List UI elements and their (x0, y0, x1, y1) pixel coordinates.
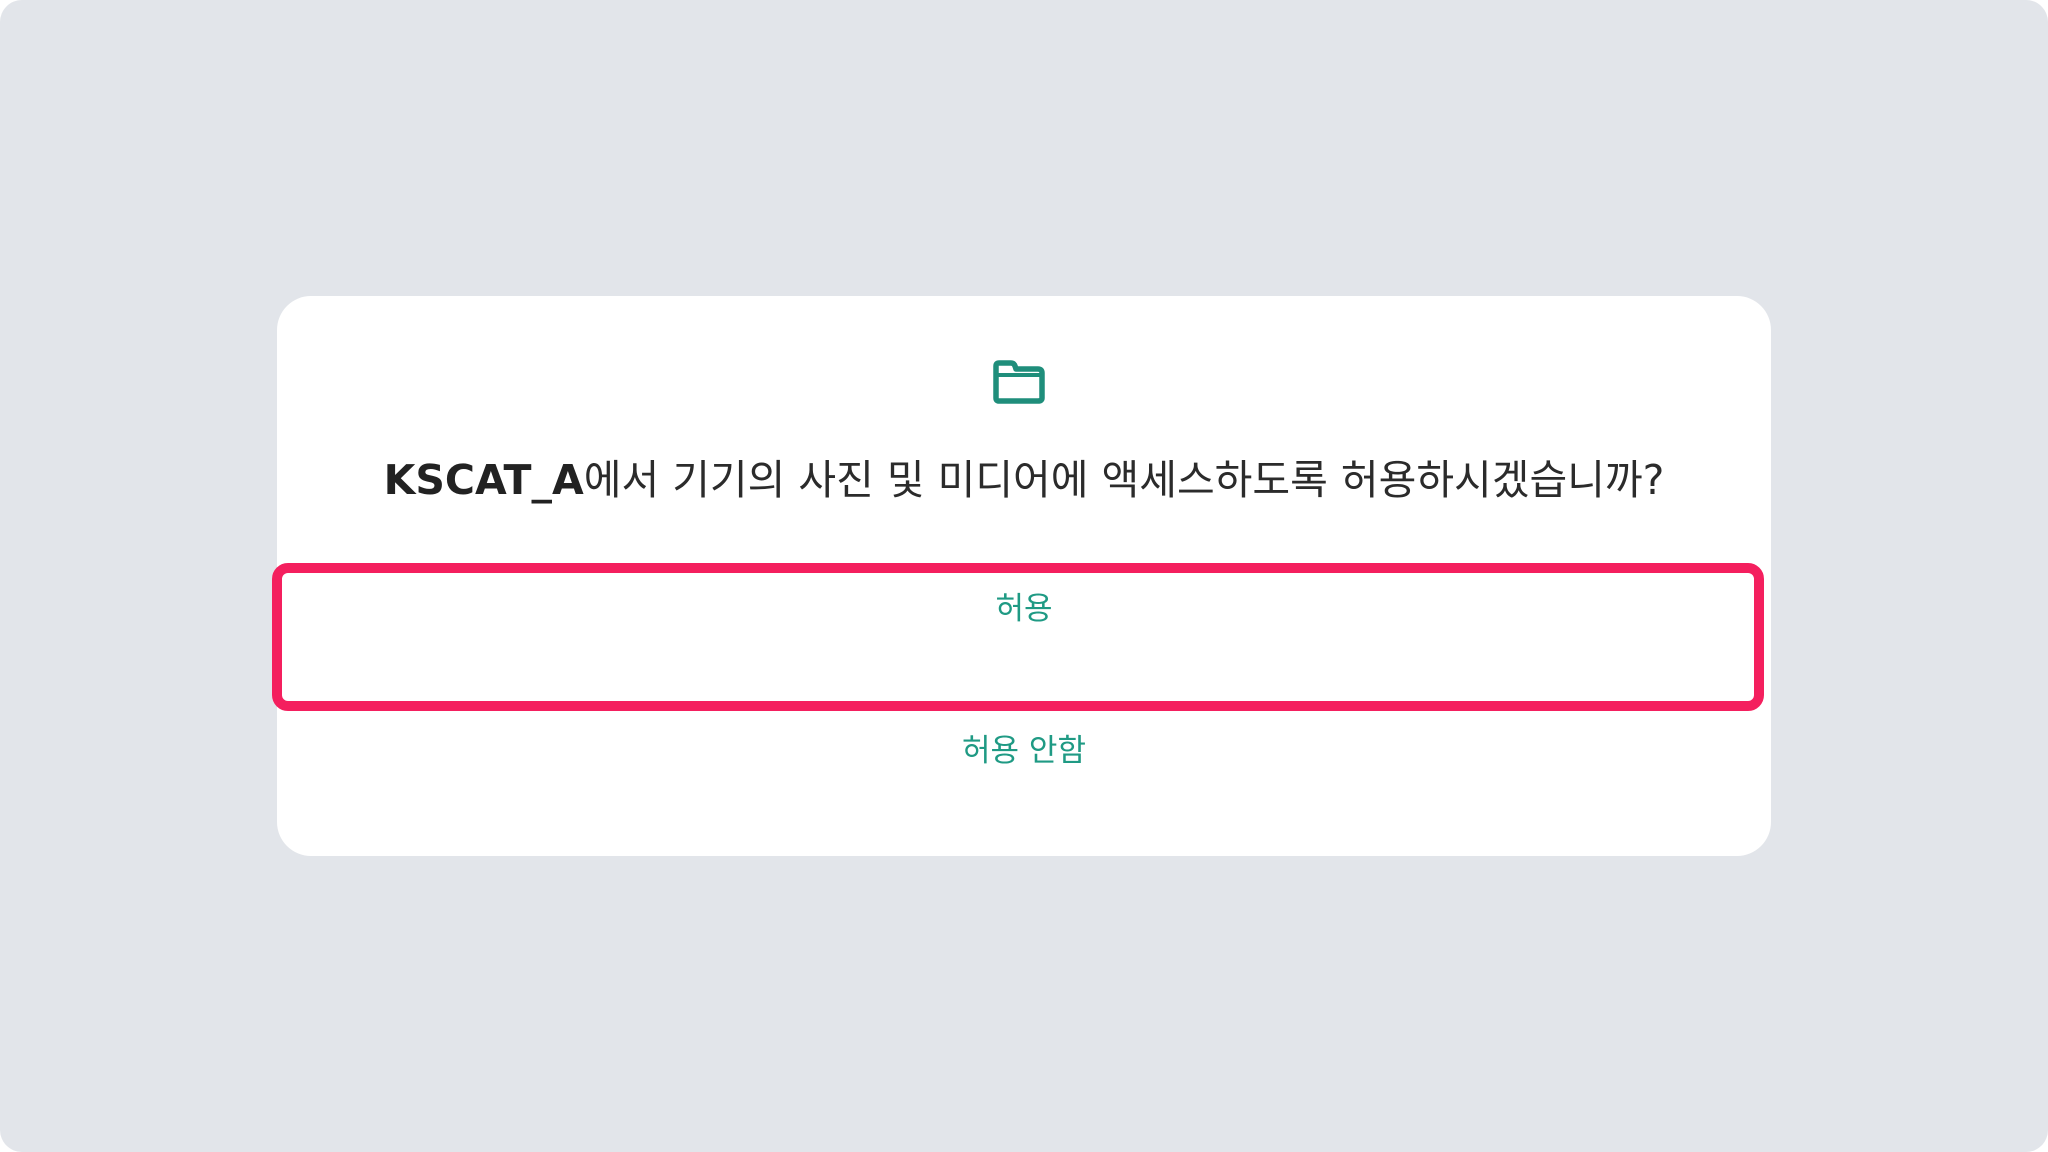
screen-background: KSCAT_A에서 기기의 사진 및 미디어에 액세스하도록 허용하시겠습니까?… (0, 0, 2048, 1152)
dialog-message: 에서 기기의 사진 및 미디어에 액세스하도록 허용하시겠습니까? (583, 456, 1665, 504)
dialog-title: KSCAT_A에서 기기의 사진 및 미디어에 액세스하도록 허용하시겠습니까? (277, 454, 1771, 506)
app-name: KSCAT_A (383, 456, 584, 504)
folder-icon (993, 360, 1045, 404)
deny-button[interactable]: 허용 안함 (277, 706, 1771, 796)
permission-dialog: KSCAT_A에서 기기의 사진 및 미디어에 액세스하도록 허용하시겠습니까?… (277, 296, 1771, 856)
allow-button[interactable]: 허용 (277, 564, 1771, 654)
